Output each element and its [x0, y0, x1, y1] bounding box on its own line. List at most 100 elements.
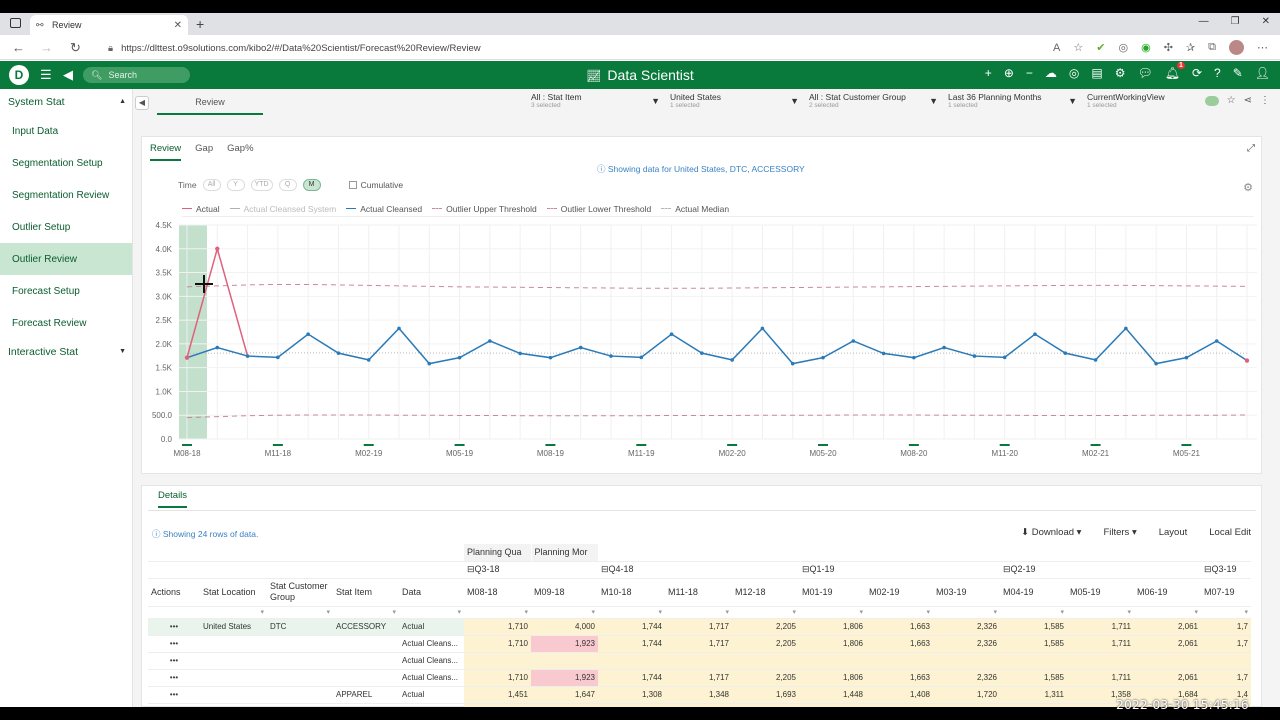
funnel-icon[interactable]: ▼ [651, 96, 660, 106]
month-header[interactable]: M02-19 [866, 578, 933, 607]
month-header[interactable]: M03-19 [933, 578, 1000, 607]
cell-value[interactable]: 1,720 [933, 703, 1000, 707]
cell-value[interactable]: 2,205 [732, 618, 799, 636]
forward-icon[interactable]: → [40, 40, 53, 55]
remove-icon[interactable]: − [1026, 66, 1033, 80]
cumulative-checkbox[interactable]: Cumulative [348, 180, 403, 190]
target-icon[interactable]: ◎ [1069, 66, 1079, 80]
cell-value[interactable]: 1,348 [665, 703, 732, 707]
cell-value[interactable]: 1,408 [866, 703, 933, 707]
checkbox-box[interactable] [348, 181, 357, 189]
table-row[interactable]: •••Actual Cleans...1,4511,6471,3081,3481… [148, 703, 1251, 707]
cell-value[interactable]: 1,647 [531, 703, 598, 707]
month-header[interactable]: M06-19 [1134, 578, 1201, 607]
browser-tab[interactable]: ⚯ Review ✕ [30, 15, 188, 35]
settings-icon[interactable]: ⚙ [1115, 66, 1126, 80]
share-icon[interactable]: ⋖ [1244, 95, 1252, 106]
cell-value[interactable]: 1,711 [1067, 669, 1134, 687]
quarter-header[interactable]: ⊟Q1-19 [799, 561, 1000, 579]
minimize-icon[interactable]: — [1199, 16, 1209, 27]
row-actions-icon[interactable]: ••• [148, 652, 200, 670]
cell-value[interactable]: 2,326 [933, 669, 1000, 687]
column-header-stat-location[interactable]: Stat Location [200, 578, 267, 607]
cell-value[interactable] [598, 652, 665, 670]
extension-green-icon[interactable]: ◉ [1141, 41, 1151, 54]
sidebar-item-segmentation-review[interactable]: Segmentation Review [0, 179, 132, 211]
cell-value[interactable]: 1,717 [665, 635, 732, 653]
extension-icon[interactable]: ◎ [1118, 41, 1128, 54]
sidebar-item-outlier-review[interactable]: Outlier Review [0, 243, 132, 275]
sidebar-item-input-data[interactable]: Input Data [0, 115, 132, 147]
sidebar-section-interactive-stat[interactable]: Interactive Stat ▼ [0, 339, 132, 365]
new-tab-icon[interactable]: + [196, 16, 204, 32]
column-header-actions[interactable]: Actions [148, 578, 200, 607]
row-actions-icon[interactable]: ••• [148, 686, 200, 704]
cell-data-measure[interactable]: Actual [399, 686, 464, 704]
add-circle-icon[interactable]: ⊕ [1004, 66, 1014, 80]
cell-stat-location[interactable] [200, 686, 267, 704]
tab-chart-gap-pct[interactable]: Gap% [227, 143, 253, 161]
time-button-q[interactable]: Q [278, 179, 297, 191]
user-icon[interactable]: 👤︎ [1255, 66, 1270, 80]
cell-value[interactable]: 1,585 [1000, 618, 1067, 636]
table-row[interactable]: ••• United States DTC ACCESSORY Actual 1,710 4… [148, 618, 1251, 636]
cell-value[interactable]: 1,408 [866, 686, 933, 704]
cell-value[interactable] [1134, 652, 1201, 670]
cell-stat-item[interactable] [333, 635, 399, 653]
column-filter[interactable]: ▾ [732, 606, 799, 619]
cell-value[interactable]: 1,693 [732, 703, 799, 707]
month-header[interactable]: M10-18 [598, 578, 665, 607]
cell-value[interactable]: 1,585 [1000, 635, 1067, 653]
tab-chart-review[interactable]: Review [150, 143, 182, 161]
cell-value[interactable]: 1,663 [866, 635, 933, 653]
row-actions-icon[interactable]: ••• [148, 669, 200, 687]
cell-stat-customer-group[interactable] [267, 703, 333, 707]
cell-value[interactable]: 1,311 [1000, 686, 1067, 704]
cell-value[interactable]: 1,693 [732, 686, 799, 704]
cell-value[interactable]: 1,717 [665, 618, 732, 636]
month-header[interactable]: M04-19 [1000, 578, 1067, 607]
cell-stat-customer-group[interactable] [267, 669, 333, 687]
cell-value[interactable]: 1,744 [598, 635, 665, 653]
profile-avatar[interactable] [1229, 40, 1244, 55]
edit-icon[interactable]: ✎ [1233, 66, 1243, 80]
cell-value[interactable]: 1,710 [464, 669, 531, 687]
column-filter[interactable]: ▾ [1134, 606, 1201, 619]
reload-icon[interactable]: ↻ [70, 40, 81, 56]
cell-value[interactable] [933, 652, 1000, 670]
quarter-header[interactable]: ⊟Q2-19 [1000, 561, 1201, 579]
download-button[interactable]: ⬇ Download ▾ [1021, 527, 1081, 538]
back-icon[interactable]: ← [12, 40, 25, 55]
cell-value[interactable]: 1,711 [1067, 635, 1134, 653]
chart-settings-icon[interactable]: ⚙ [1243, 181, 1253, 194]
cell-value[interactable]: 2,205 [732, 669, 799, 687]
column-filter[interactable]: ▾ [1000, 606, 1067, 619]
filter-dropdown[interactable]: All : Stat Customer Group 2 selected ▼ [803, 92, 942, 114]
legend-item[interactable]: Actual [182, 204, 220, 214]
month-header[interactable]: M12-18 [732, 578, 799, 607]
cell-data-measure[interactable]: Actual Cleans... [399, 635, 464, 653]
filter-dropdown[interactable]: Last 36 Planning Months 1 selected ▼ [942, 92, 1081, 114]
column-filter[interactable]: ▾ [866, 606, 933, 619]
row-actions-icon[interactable]: ••• [148, 635, 200, 653]
cell-value[interactable]: 1,806 [799, 618, 866, 636]
column-filter[interactable]: ▾ [333, 606, 399, 619]
cell-data-measure[interactable]: Actual Cleans... [399, 669, 464, 687]
puzzle-icon[interactable]: ✣ [1164, 41, 1173, 54]
month-header[interactable]: M07-19 [1201, 578, 1251, 607]
cell-value[interactable]: 2,061 [1134, 618, 1201, 636]
legend-item[interactable]: Outlier Lower Threshold [546, 204, 651, 214]
legend-item[interactable]: Outlier Upper Threshold [432, 204, 537, 214]
favorites-bar-icon[interactable]: ✰ [1186, 41, 1195, 54]
cell-stat-item[interactable] [333, 703, 399, 707]
table-row[interactable]: ••• APPAREL Actual 1,451 1,647 1,308 1,348 1,69… [148, 686, 1251, 704]
cell-stat-item[interactable] [333, 669, 399, 687]
cell-value[interactable] [732, 652, 799, 670]
quarter-header[interactable]: ⊟Q4-18 [598, 561, 799, 579]
cell-value[interactable]: 1,451 [464, 703, 531, 707]
cell-value[interactable]: 1,448 [799, 686, 866, 704]
funnel-icon[interactable]: ▼ [1068, 96, 1077, 106]
close-window-icon[interactable]: ✕ [1262, 16, 1270, 27]
cell-stat-location[interactable] [200, 669, 267, 687]
collections-icon[interactable]: ⧉ [1208, 41, 1216, 54]
